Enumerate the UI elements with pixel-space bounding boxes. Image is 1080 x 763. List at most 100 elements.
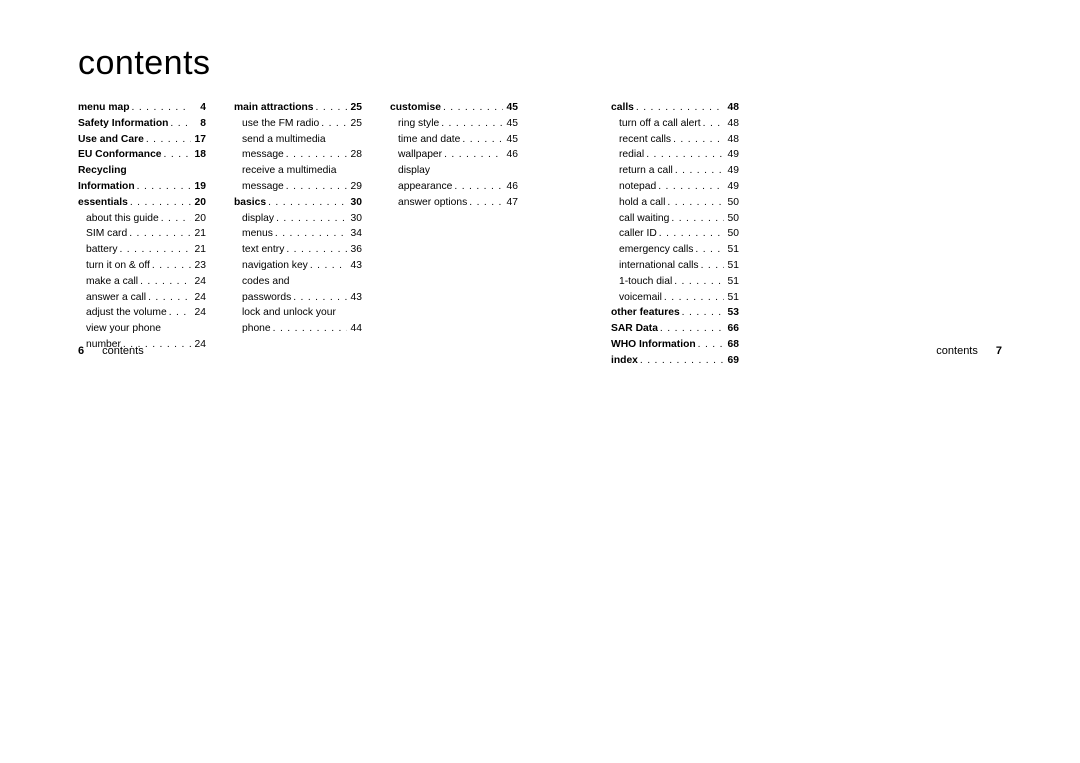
toc-leader-dots: . . . . . . . . . . . . . . . . . . . . … bbox=[467, 195, 503, 211]
toc-entry-label: menu map bbox=[78, 100, 130, 116]
toc-leader-dots: . . . . . . . . . . . . . . . . . . . . … bbox=[658, 321, 724, 337]
toc-sub-entry: message . . . . . . . . . . . . . . . . … bbox=[234, 147, 362, 163]
toc-leader-dots: . . . . . . . . . . . . . . . . . . . . … bbox=[130, 100, 192, 116]
toc-leader-dots: . . . . . . . . . . . . . . . . . . . . … bbox=[144, 132, 191, 148]
toc-sub-entry: send a multimedia bbox=[234, 132, 362, 148]
toc-entry-page: 8 bbox=[191, 116, 206, 132]
toc-sub-entry: call waiting . . . . . . . . . . . . . .… bbox=[611, 211, 739, 227]
toc-entry-label: view your phone bbox=[86, 321, 161, 337]
toc-leader-dots: . . . . . . . . . . . . . . . . . . . . … bbox=[662, 290, 724, 306]
toc-entry-page: 49 bbox=[724, 179, 739, 195]
toc-leader-dots: . . . . . . . . . . . . . . . . . . . . … bbox=[128, 195, 191, 211]
toc-sub-entry: display bbox=[390, 163, 518, 179]
toc-heading-entry: calls . . . . . . . . . . . . . . . . . … bbox=[611, 100, 739, 116]
toc-leader-dots: . . . . . . . . . . . . . . . . . . . . … bbox=[672, 274, 724, 290]
toc-entry-label: index bbox=[611, 353, 638, 369]
toc-sub-entry: menus . . . . . . . . . . . . . . . . . … bbox=[234, 226, 362, 242]
toc-entry-page: 24 bbox=[191, 305, 206, 321]
toc-leader-dots: . . . . . . . . . . . . . . . . . . . . … bbox=[671, 132, 724, 148]
toc-leader-dots: . . . . . . . . . . . . . . . . . . . . … bbox=[284, 242, 347, 258]
toc-entry-page: 28 bbox=[347, 147, 362, 163]
toc-heading-entry: Safety Information . . . . . . . . . . .… bbox=[78, 116, 206, 132]
toc-entry-label: caller ID bbox=[619, 226, 657, 242]
toc-entry-label: ring style bbox=[398, 116, 439, 132]
toc-heading-entry: other features . . . . . . . . . . . . .… bbox=[611, 305, 739, 321]
toc-entry-label: navigation key bbox=[242, 258, 308, 274]
toc-entry-label: answer a call bbox=[86, 290, 146, 306]
toc-sub-entry: appearance . . . . . . . . . . . . . . .… bbox=[390, 179, 518, 195]
toc-entry-label: redial bbox=[619, 147, 644, 163]
toc-entry-label: appearance bbox=[398, 179, 452, 195]
toc-sub-entry: adjust the volume . . . . . . . . . . . … bbox=[78, 305, 206, 321]
toc-sub-entry: lock and unlock your bbox=[234, 305, 362, 321]
toc-heading-entry: EU Conformance . . . . . . . . . . . . .… bbox=[78, 147, 206, 163]
toc-entry-label: notepad bbox=[619, 179, 656, 195]
toc-sub-entry: recent calls . . . . . . . . . . . . . .… bbox=[611, 132, 739, 148]
toc-leader-dots: . . . . . . . . . . . . . . . . . . . . … bbox=[314, 100, 347, 116]
toc-leader-dots: . . . . . . . . . . . . . . . . . . . . … bbox=[266, 195, 347, 211]
toc-entry-page: 50 bbox=[724, 195, 739, 211]
toc-entry-page: 66 bbox=[724, 321, 739, 337]
toc-sub-entry: answer options . . . . . . . . . . . . .… bbox=[390, 195, 518, 211]
toc-entry-page: 36 bbox=[347, 242, 362, 258]
toc-entry-label: make a call bbox=[86, 274, 138, 290]
toc-leader-dots: . . . . . . . . . . . . . . . . . . . . … bbox=[274, 211, 347, 227]
toc-entry-page: 24 bbox=[191, 337, 206, 353]
toc-leader-dots: . . . . . . . . . . . . . . . . . . . . … bbox=[680, 305, 724, 321]
toc-entry-label: message bbox=[242, 179, 284, 195]
toc-leader-dots: . . . . . . . . . . . . . . . . . . . . … bbox=[693, 242, 724, 258]
toc-leader-dots: . . . . . . . . . . . . . . . . . . . . … bbox=[162, 147, 191, 163]
toc-entry-label: hold a call bbox=[619, 195, 665, 211]
toc-entry-label: display bbox=[242, 211, 274, 227]
toc-leader-dots: . . . . . . . . . . . . . . . . . . . . … bbox=[271, 321, 347, 337]
toc-leader-dots: . . . . . . . . . . . . . . . . . . . . … bbox=[644, 147, 724, 163]
toc-entry-page: 23 bbox=[191, 258, 206, 274]
toc-entry-page: 30 bbox=[347, 195, 362, 211]
toc-entry-page: 51 bbox=[724, 242, 739, 258]
page-number-left: 6 bbox=[78, 345, 84, 357]
toc-heading-entry: index . . . . . . . . . . . . . . . . . … bbox=[611, 353, 739, 369]
toc-entry-label: time and date bbox=[398, 132, 460, 148]
toc-entry-label: main attractions bbox=[234, 100, 314, 116]
toc-leader-dots: . . . . . . . . . . . . . . . . . . . . … bbox=[138, 274, 191, 290]
toc-entry-label: message bbox=[242, 147, 284, 163]
footer-label-left: contents bbox=[102, 345, 144, 357]
toc-entry-page: 50 bbox=[724, 211, 739, 227]
toc-entry-page: 34 bbox=[347, 226, 362, 242]
toc-heading-entry: Recycling bbox=[78, 163, 206, 179]
toc-leader-dots: . . . . . . . . . . . . . . . . . . . . … bbox=[273, 226, 347, 242]
toc-entry-label: send a multimedia bbox=[242, 132, 326, 148]
toc-entry-page: 25 bbox=[347, 100, 362, 116]
toc-leader-dots: . . . . . . . . . . . . . . . . . . . . … bbox=[441, 100, 503, 116]
toc-sub-entry: make a call . . . . . . . . . . . . . . … bbox=[78, 274, 206, 290]
toc-entry-label: answer options bbox=[398, 195, 467, 211]
toc-sub-entry: answer a call . . . . . . . . . . . . . … bbox=[78, 290, 206, 306]
toc-entry-label: battery bbox=[86, 242, 117, 258]
toc-leader-dots: . . . . . . . . . . . . . . . . . . . . … bbox=[656, 179, 724, 195]
toc-heading-entry: essentials . . . . . . . . . . . . . . .… bbox=[78, 195, 206, 211]
toc-leader-dots: . . . . . . . . . . . . . . . . . . . . … bbox=[284, 179, 347, 195]
toc-sub-entry: return a call . . . . . . . . . . . . . … bbox=[611, 163, 739, 179]
toc-leader-dots: . . . . . . . . . . . . . . . . . . . . … bbox=[460, 132, 503, 148]
toc-entry-page: 51 bbox=[724, 274, 739, 290]
toc-leader-dots: . . . . . . . . . . . . . . . . . . . . … bbox=[665, 195, 724, 211]
toc-col-1: menu map . . . . . . . . . . . . . . . .… bbox=[78, 100, 206, 369]
toc-entry-label: turn off a call alert bbox=[619, 116, 701, 132]
toc-heading-entry: basics . . . . . . . . . . . . . . . . .… bbox=[234, 195, 362, 211]
toc-entry-page: 20 bbox=[191, 211, 206, 227]
toc-entry-page: 46 bbox=[503, 147, 518, 163]
toc-entry-label: codes and bbox=[242, 274, 290, 290]
toc-entry-page: 69 bbox=[724, 353, 739, 369]
toc-entry-page: 29 bbox=[347, 179, 362, 195]
toc-leader-dots: . . . . . . . . . . . . . . . . . . . . … bbox=[168, 116, 191, 132]
toc-heading-entry: Information . . . . . . . . . . . . . . … bbox=[78, 179, 206, 195]
toc-col-4: calls . . . . . . . . . . . . . . . . . … bbox=[611, 100, 739, 369]
toc-leader-dots: . . . . . . . . . . . . . . . . . . . . … bbox=[127, 226, 191, 242]
toc-sub-entry: display . . . . . . . . . . . . . . . . … bbox=[234, 211, 362, 227]
toc-entry-label: Safety Information bbox=[78, 116, 168, 132]
toc-sub-entry: about this guide . . . . . . . . . . . .… bbox=[78, 211, 206, 227]
toc-entry-page: 49 bbox=[724, 147, 739, 163]
toc-heading-entry: customise . . . . . . . . . . . . . . . … bbox=[390, 100, 518, 116]
footer-label-right: contents bbox=[936, 345, 978, 357]
toc-entry-label: passwords bbox=[242, 290, 291, 306]
